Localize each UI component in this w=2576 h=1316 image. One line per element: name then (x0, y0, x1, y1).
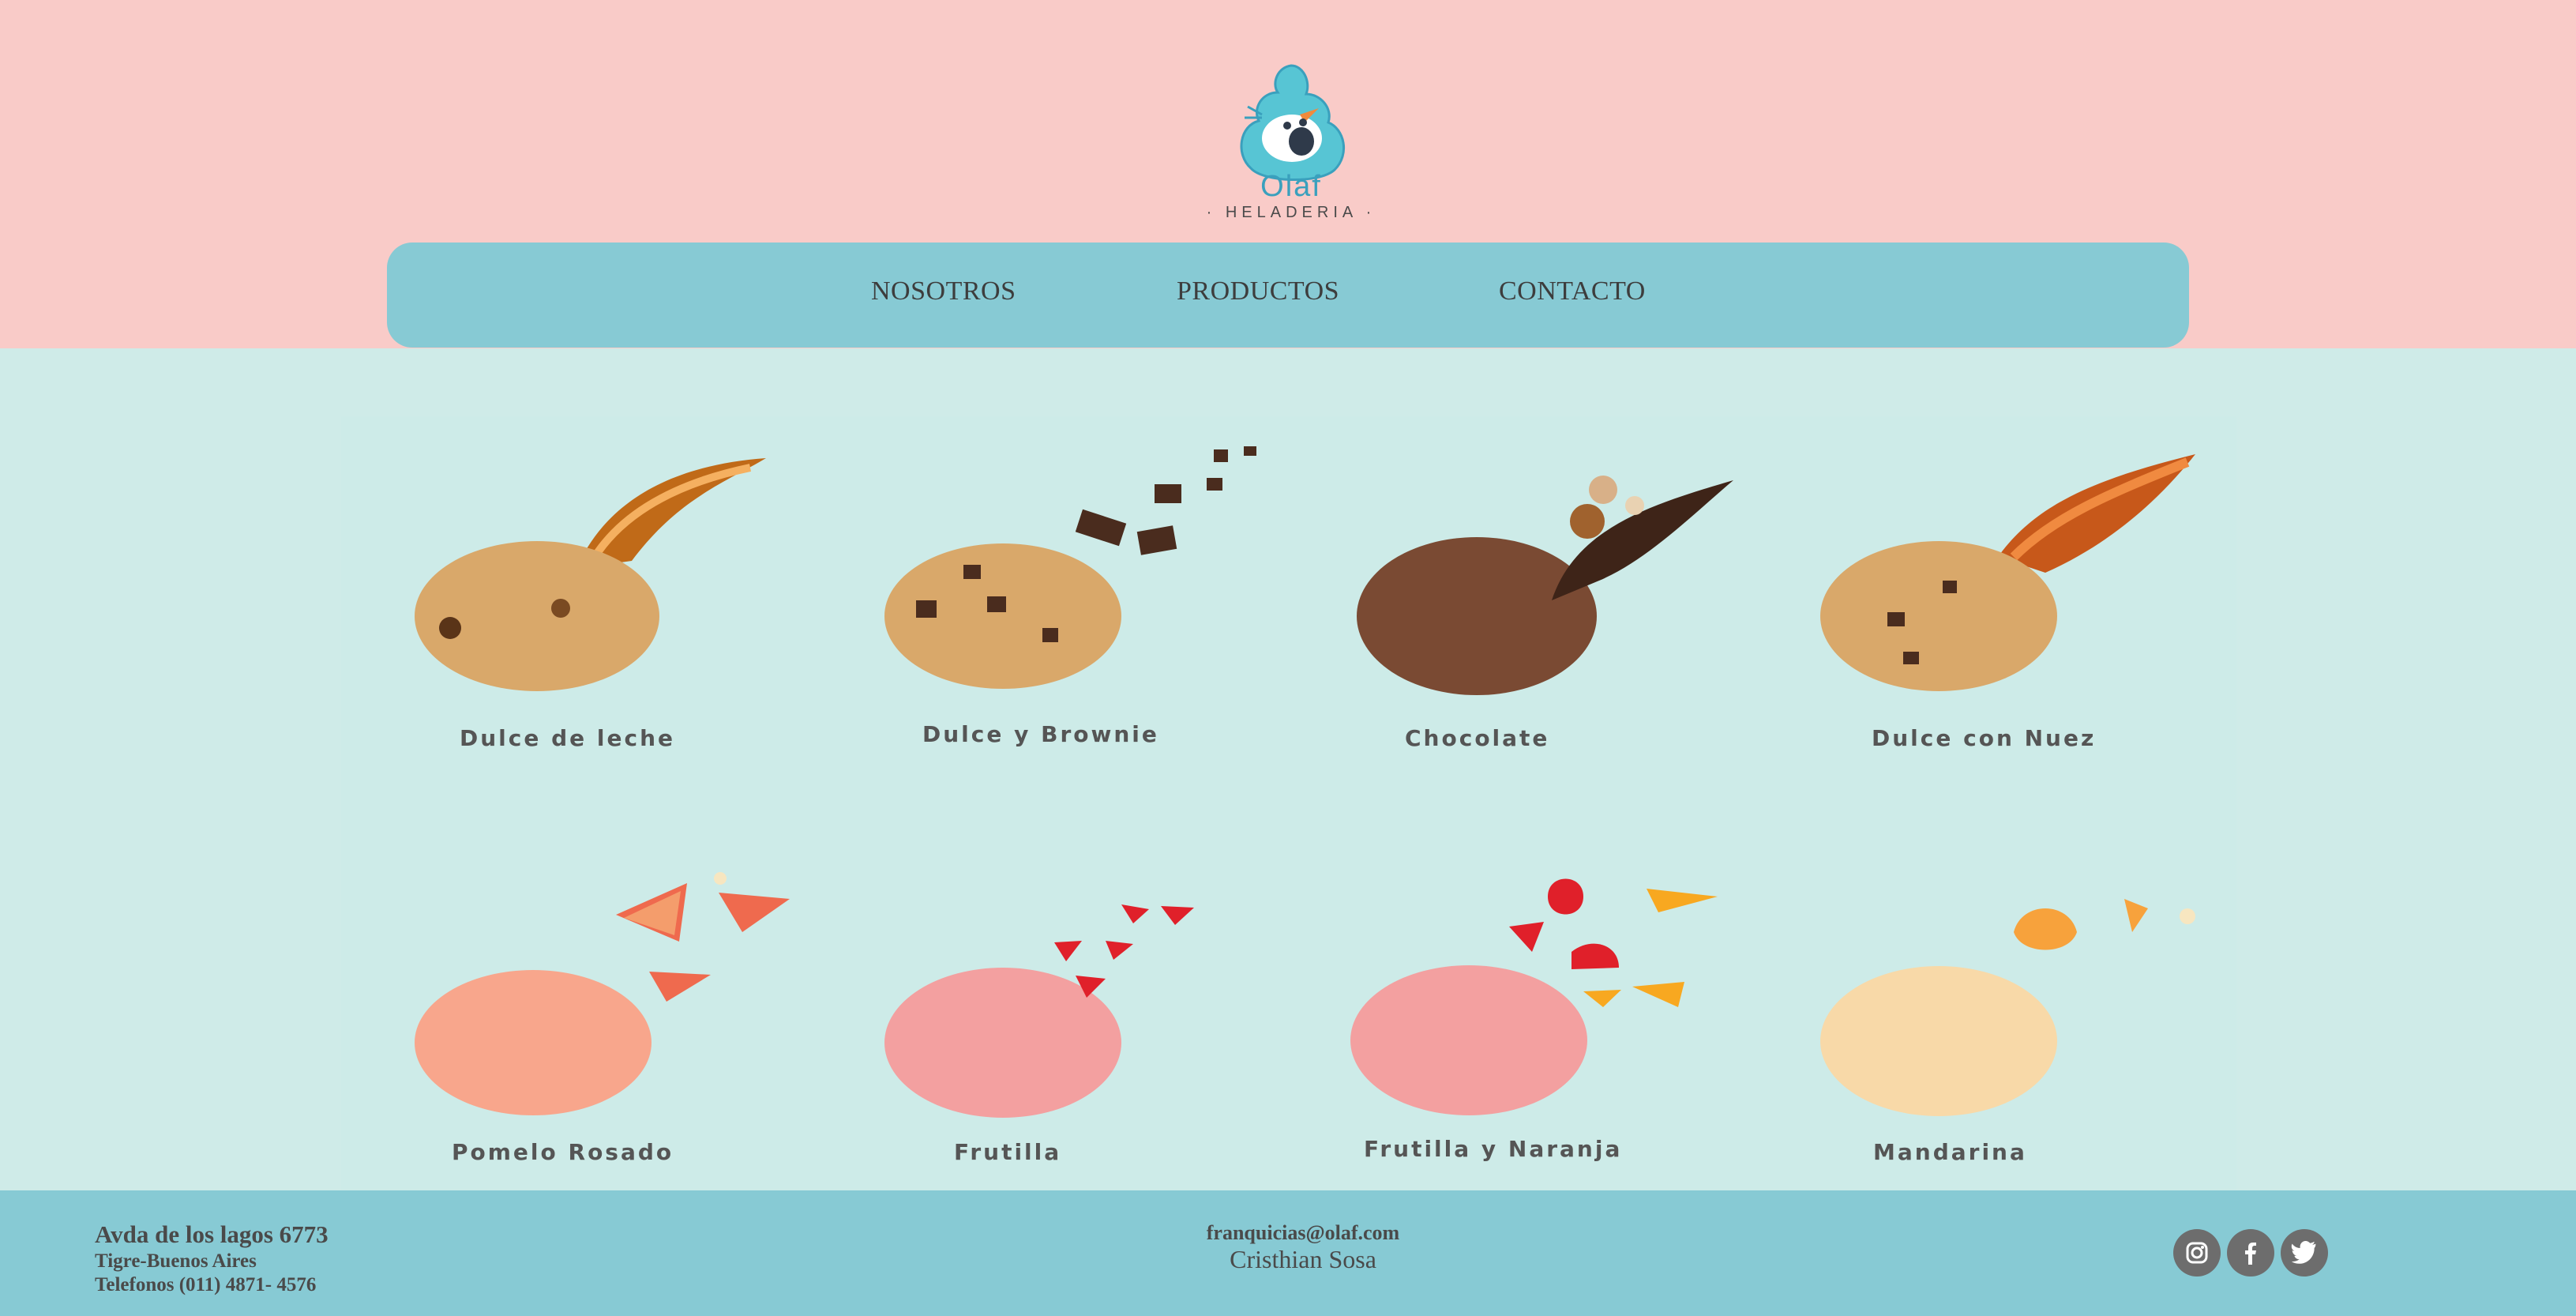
product-image-dulce-de-leche[interactable] (395, 450, 790, 703)
product-image-frutilla[interactable] (877, 897, 1287, 1126)
footer-phone: Telefonos (011) 4871- 4576 (95, 1274, 317, 1295)
twitter-icon[interactable] (2281, 1229, 2328, 1277)
product-image-frutilla-y-naranja[interactable] (1346, 865, 1757, 1118)
facebook-icon[interactable] (2227, 1229, 2274, 1277)
product-image-mandarina[interactable] (1816, 869, 2211, 1122)
brand-name: Olaf (1260, 170, 1322, 203)
product-image-chocolate[interactable] (1357, 537, 1597, 695)
instagram-icon[interactable] (2173, 1229, 2221, 1277)
footer-address-line1: Avda de los lagos 6773 (95, 1220, 329, 1248)
nav-item-contacto[interactable]: CONTACTO (1499, 276, 1646, 306)
nav-item-productos[interactable]: PRODUCTOS (1177, 276, 1339, 306)
footer-contact-name: Cristhian Sosa (1230, 1245, 1376, 1273)
product-label: Dulce de leche (460, 725, 675, 751)
product-label: Frutilla y Naranja (1364, 1136, 1623, 1162)
brand-subtitle-text: HELADERIA (1225, 204, 1357, 221)
product-image-dulce-con-nuez[interactable] (1816, 446, 2211, 699)
product-label: Frutilla (954, 1139, 1062, 1165)
product-label: Dulce y Brownie (922, 721, 1159, 747)
brand-subtitle: · HELADERIA · (1206, 204, 1376, 221)
footer-address-line2: Tigre-Buenos Aires (95, 1250, 257, 1272)
product-label: Pomelo Rosado (452, 1139, 674, 1165)
product-label: Mandarina (1873, 1139, 2027, 1165)
footer-email-link[interactable]: franquicias@olaf.com (1106, 1221, 1500, 1245)
product-image-pomelo-rosado[interactable] (395, 869, 798, 1122)
nav-item-nosotros[interactable]: NOSOTROS (871, 276, 1016, 306)
product-image-dulce-y-brownie[interactable] (877, 446, 1287, 699)
product-label: Chocolate (1405, 725, 1550, 751)
product-label: Dulce con Nuez (1872, 725, 2097, 751)
